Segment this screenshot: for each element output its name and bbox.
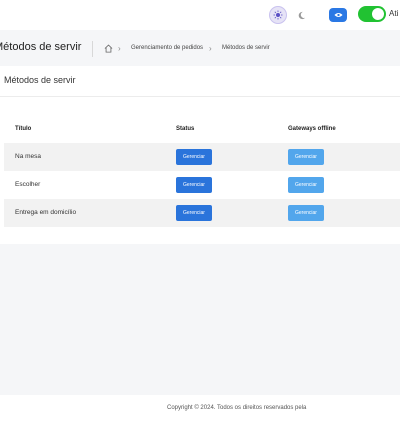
column-header-title: Título [15, 126, 32, 132]
footer: Copyright © 2024. Todos os direitos rese… [0, 395, 400, 424]
breadcrumb-current: Métodos de servir [222, 45, 270, 51]
manage-gateways-button[interactable]: Gerenciar [288, 205, 324, 221]
manage-status-button[interactable]: Gerenciar [176, 205, 212, 221]
column-header-gateways: Gateways offline [288, 126, 336, 132]
eye-icon [333, 12, 343, 18]
row-label: Entrega em domicílio [15, 209, 77, 216]
chevron-right-icon: › [209, 44, 212, 53]
serve-methods-card: Métodos de servir Título Status Gateways… [0, 66, 400, 244]
moon-icon [298, 11, 305, 19]
table-row: Entrega em domicílio Gerenciar Gerenciar [4, 199, 400, 227]
row-label: Escolher [15, 181, 41, 188]
status-toggle[interactable] [358, 6, 386, 22]
breadcrumb-orders[interactable]: Gerenciamento de pedidos [131, 45, 203, 51]
top-bar: Ati [0, 0, 400, 30]
header-divider [92, 41, 93, 57]
chevron-right-icon: › [118, 44, 121, 53]
preview-button[interactable] [329, 8, 347, 22]
light-theme-button[interactable] [269, 6, 287, 24]
row-label: Na mesa [15, 153, 42, 160]
dark-theme-button[interactable] [292, 6, 310, 24]
table-row: Na mesa Gerenciar Gerenciar [4, 143, 400, 171]
sun-icon [273, 10, 283, 20]
copyright-text: Copyright © 2024. Todos os direitos rese… [167, 405, 307, 411]
table-row: Escolher Gerenciar Gerenciar [4, 171, 400, 199]
column-header-status: Status [176, 126, 195, 132]
home-icon[interactable] [104, 44, 113, 53]
manage-status-button[interactable]: Gerenciar [176, 149, 212, 165]
page-title: Métodos de servir [0, 41, 82, 53]
manage-gateways-button[interactable]: Gerenciar [288, 149, 324, 165]
card-title: Métodos de servir [4, 75, 76, 85]
manage-status-button[interactable]: Gerenciar [176, 177, 212, 193]
toggle-label: Ati [389, 9, 399, 18]
manage-gateways-button[interactable]: Gerenciar [288, 177, 324, 193]
card-divider [0, 96, 400, 97]
toggle-knob [372, 8, 384, 20]
page-header: Métodos de servir › Gerenciamento de ped… [0, 30, 400, 66]
